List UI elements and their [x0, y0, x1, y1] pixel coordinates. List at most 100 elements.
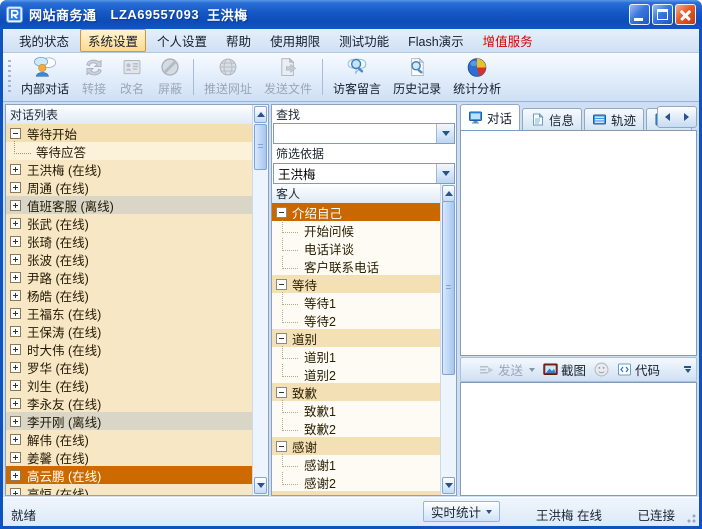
menu-my-status[interactable]: 我的状态	[11, 29, 77, 52]
tree-item[interactable]: 道别1	[272, 347, 440, 365]
maximize-button[interactable]	[652, 4, 673, 25]
collapse-icon[interactable]	[276, 207, 287, 218]
list-item[interactable]: 李永友 (在线)	[6, 394, 252, 412]
list-item[interactable]: 等待应答	[6, 142, 252, 160]
expand-icon[interactable]	[10, 272, 21, 283]
tab-dialog[interactable]: 对话	[460, 104, 520, 130]
expand-icon[interactable]	[10, 488, 21, 496]
internal-chat-button[interactable]: 内部对话	[15, 53, 75, 101]
scroll-down-icon[interactable]	[254, 477, 267, 494]
list-item[interactable]: 刘生 (在线)	[6, 376, 252, 394]
tab-track[interactable]: 轨迹	[584, 108, 644, 130]
scroll-down-icon[interactable]	[442, 477, 455, 494]
tree-group-selected[interactable]: 介绍自己	[272, 203, 440, 221]
expand-icon[interactable]	[10, 326, 21, 337]
expand-icon[interactable]	[10, 452, 21, 463]
expand-icon[interactable]	[10, 164, 21, 175]
collapse-icon[interactable]	[276, 387, 287, 398]
menu-usage-period[interactable]: 使用期限	[262, 29, 328, 52]
toolbar-grip[interactable]	[8, 60, 11, 94]
scrollbar-thumb[interactable]	[442, 201, 455, 375]
minimize-button[interactable]	[629, 4, 650, 25]
expand-icon[interactable]	[10, 290, 21, 301]
send-file-button[interactable]: 发送文件	[258, 53, 318, 101]
expand-icon[interactable]	[10, 308, 21, 319]
menu-value-added[interactable]: 增值服务	[475, 29, 541, 52]
menu-personal-settings[interactable]: 个人设置	[149, 29, 215, 52]
tree-item[interactable]: 感谢2	[272, 473, 440, 491]
visitor-message-button[interactable]: 访客留言	[327, 53, 387, 101]
toolbar-overflow-button[interactable]	[684, 366, 693, 373]
list-item[interactable]: 解伟 (在线)	[6, 430, 252, 448]
list-item[interactable]: 张琦 (在线)	[6, 232, 252, 250]
list-item[interactable]: 姜馨 (在线)	[6, 448, 252, 466]
menu-test-features[interactable]: 测试功能	[331, 29, 397, 52]
tree-group[interactable]: 等待	[272, 275, 440, 293]
search-combobox[interactable]	[273, 123, 455, 144]
chevron-down-icon[interactable]	[436, 164, 454, 183]
menu-help[interactable]: 帮助	[218, 29, 259, 52]
expand-icon[interactable]	[10, 362, 21, 373]
history-button[interactable]: 历史记录	[387, 53, 447, 101]
tree-item[interactable]: 致歉2	[272, 419, 440, 437]
tree-item[interactable]: 等待2	[272, 311, 440, 329]
tree-item[interactable]: 客户联系电话	[272, 257, 440, 275]
collapse-icon[interactable]	[276, 279, 287, 290]
list-item[interactable]: 王洪梅 (在线)	[6, 160, 252, 178]
expand-icon[interactable]	[10, 344, 21, 355]
tree-item[interactable]: 感谢1	[272, 455, 440, 473]
expand-icon[interactable]	[10, 200, 21, 211]
expand-icon[interactable]	[10, 254, 21, 265]
tree-group[interactable]: 道别	[272, 329, 440, 347]
emoticon-button[interactable]	[590, 362, 613, 377]
tree-item[interactable]: 等待1	[272, 293, 440, 311]
list-item[interactable]: 时大伟 (在线)	[6, 340, 252, 358]
tree-item[interactable]: 道别2	[272, 365, 440, 383]
expand-icon[interactable]	[10, 434, 21, 445]
list-item[interactable]: 王福东 (在线)	[6, 304, 252, 322]
expand-icon[interactable]	[10, 380, 21, 391]
scroll-up-icon[interactable]	[254, 106, 267, 123]
transfer-button[interactable]: 转接	[75, 53, 113, 101]
send-button[interactable]: 发送	[475, 360, 539, 379]
tab-info[interactable]: 信息	[522, 108, 582, 130]
list-item[interactable]: 尹路 (在线)	[6, 268, 252, 286]
tree-group[interactable]: 致歉	[272, 383, 440, 401]
tree-item[interactable]: 电话详谈	[272, 239, 440, 257]
expand-icon[interactable]	[10, 416, 21, 427]
rename-button[interactable]: 改名	[113, 53, 151, 101]
collapse-icon[interactable]	[10, 128, 21, 139]
reply-tree-scrollbar[interactable]	[440, 184, 456, 495]
list-item[interactable]: 李开刚 (离线)	[6, 412, 252, 430]
resize-grip[interactable]	[684, 511, 696, 523]
screenshot-button[interactable]: 截图	[539, 360, 590, 379]
statistics-button[interactable]: 统计分析	[447, 53, 507, 101]
list-item[interactable]: 王保涛 (在线)	[6, 322, 252, 340]
scroll-up-icon[interactable]	[442, 185, 455, 202]
expand-icon[interactable]	[10, 182, 21, 193]
collapse-icon[interactable]	[276, 495, 287, 496]
list-item-selected[interactable]: 高云鹏 (在线)	[6, 466, 252, 484]
tree-group[interactable]: 技术部专用	[272, 491, 440, 495]
dialog-list-scrollbar[interactable]	[252, 105, 268, 495]
realtime-stats-button[interactable]: 实时统计	[423, 501, 500, 522]
close-button[interactable]	[675, 4, 696, 25]
scrollbar-thumb[interactable]	[254, 124, 267, 170]
code-button[interactable]: 代码	[613, 360, 664, 379]
search-combobox-value[interactable]	[274, 124, 436, 143]
push-url-button[interactable]: 推送网址	[198, 53, 258, 101]
chevron-down-icon[interactable]	[436, 124, 454, 143]
collapse-icon[interactable]	[276, 333, 287, 344]
list-item[interactable]: 杨皓 (在线)	[6, 286, 252, 304]
list-item[interactable]: 张武 (在线)	[6, 214, 252, 232]
menu-flash-demo[interactable]: Flash演示	[400, 29, 472, 52]
expand-icon[interactable]	[10, 470, 21, 481]
expand-icon[interactable]	[10, 236, 21, 247]
list-item[interactable]: 张波 (在线)	[6, 250, 252, 268]
menu-system-settings[interactable]: 系统设置	[80, 29, 146, 52]
filter-combobox[interactable]: 王洪梅	[273, 163, 455, 184]
block-button[interactable]: 屏蔽	[151, 53, 189, 101]
tab-scroll-left-icon[interactable]	[665, 113, 670, 121]
tree-item[interactable]: 致歉1	[272, 401, 440, 419]
tree-item[interactable]: 开始问候	[272, 221, 440, 239]
